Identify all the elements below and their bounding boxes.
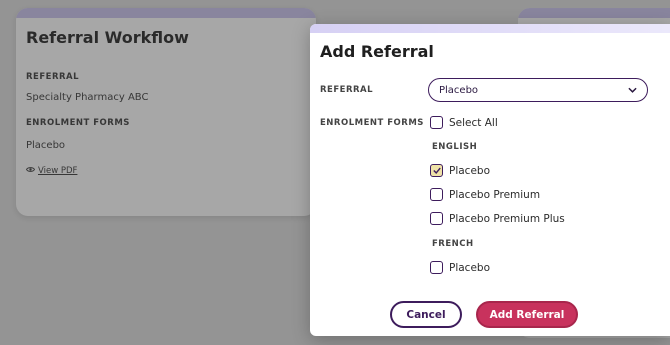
select-all-option[interactable]: Select All [430, 116, 498, 129]
option-english-placebo[interactable]: Placebo [430, 164, 490, 177]
french-placebo-label: Placebo [449, 261, 491, 274]
checkmark-icon [432, 167, 441, 174]
english-placebo-premium-checkbox[interactable] [430, 188, 443, 201]
referral-select[interactable]: Placebo [428, 78, 648, 102]
dialog-accent-bar [310, 24, 670, 33]
english-placebo-label: Placebo [449, 164, 491, 177]
english-placebo-checkbox[interactable] [430, 164, 443, 177]
add-referral-button[interactable]: Add Referral [476, 301, 578, 328]
cancel-button[interactable]: Cancel [390, 301, 462, 328]
group-label-english: ENGLISH [432, 142, 478, 152]
option-english-placebo-premium[interactable]: Placebo Premium [430, 188, 540, 201]
select-all-checkbox[interactable] [430, 116, 443, 129]
chevron-down-icon [627, 85, 637, 95]
english-placebo-premium-plus-checkbox[interactable] [430, 212, 443, 225]
english-placebo-premium-plus-label: Placebo Premium Plus [449, 212, 565, 225]
enrolment-forms-field-label: ENROLMENT FORMS [320, 118, 424, 128]
dialog-title: Add Referral [320, 42, 434, 61]
french-placebo-checkbox[interactable] [430, 261, 443, 274]
group-label-french: FRENCH [432, 239, 474, 249]
referral-select-value: Placebo [439, 84, 479, 96]
referral-field-label: REFERRAL [320, 85, 374, 95]
select-all-label: Select All [449, 116, 498, 129]
add-referral-dialog: Add Referral REFERRAL Placebo ENROLMENT … [310, 24, 670, 336]
english-placebo-premium-label: Placebo Premium [449, 188, 541, 201]
option-french-placebo[interactable]: Placebo [430, 261, 490, 274]
option-english-placebo-premium-plus[interactable]: Placebo Premium Plus [430, 212, 565, 225]
